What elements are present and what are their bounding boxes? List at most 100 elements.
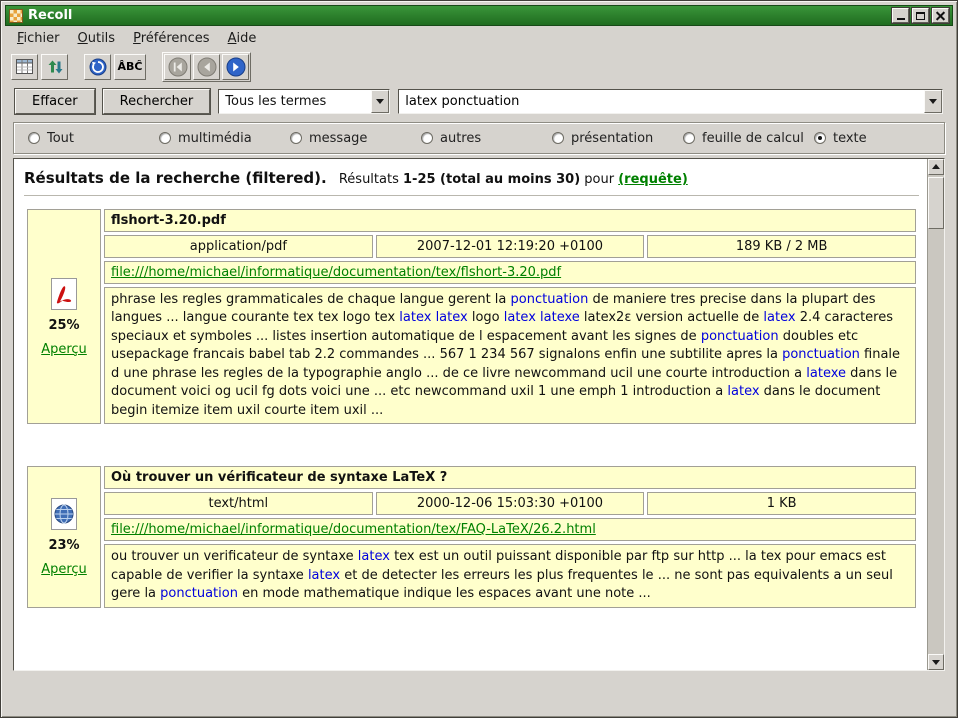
search-input[interactable] (399, 90, 924, 113)
close-button[interactable] (932, 8, 949, 23)
result-mime: application/pdf (104, 235, 373, 258)
results-summary-connector: pour (584, 172, 614, 187)
result-title: Où trouver un vérificateur de syntaxe La… (104, 466, 916, 489)
results-range: 1-25 (total au moins 30) (403, 172, 580, 187)
result-size: 1 KB (647, 492, 916, 515)
search-button[interactable]: Rechercher (103, 89, 211, 114)
toolbar: ÂBĈ (5, 50, 953, 83)
titlebar[interactable]: Recoll (5, 5, 953, 26)
sort-icon (47, 59, 63, 75)
query-combo (398, 89, 943, 114)
next-page-icon (226, 57, 246, 77)
radio-icon (28, 132, 40, 144)
filetype-filter-bar: Tout multimédia message autres présentat… (13, 122, 945, 154)
result-date: 2007-12-01 12:19:20 +0100 (376, 235, 645, 258)
scroll-down-button[interactable] (928, 654, 944, 670)
filter-multimedia[interactable]: multimédia (159, 131, 290, 146)
relevance-percent: 23% (34, 538, 94, 553)
radio-icon (290, 132, 302, 144)
results-area: Résultats de la recherche (filtered). Ré… (13, 158, 945, 671)
pdf-icon (34, 277, 94, 311)
search-mode-select[interactable]: Tous les termes (218, 89, 390, 114)
chevron-up-icon (932, 160, 940, 169)
result-date: 2000-12-06 15:03:30 +0100 (376, 492, 645, 515)
toolbar-group-view (11, 54, 68, 80)
preview-link[interactable]: Aperçu (41, 342, 87, 357)
filter-presentation[interactable]: présentation (552, 131, 683, 146)
query-link[interactable]: (requête) (618, 172, 688, 187)
preview-link[interactable]: Aperçu (41, 562, 87, 577)
query-history-dropdown-button[interactable] (924, 90, 942, 113)
results-scrollbar[interactable] (927, 159, 944, 670)
results-header: Résultats de la recherche (filtered). Ré… (24, 167, 919, 191)
filter-tout[interactable]: Tout (28, 131, 159, 146)
results-table-icon (16, 59, 33, 74)
term-explorer-icon: ÂBĈ (118, 60, 143, 73)
result-title: flshort-3.20.pdf (104, 209, 916, 232)
history-button[interactable] (84, 54, 111, 80)
result-item-1: 25% Aperçu flshort-3.20.pdf application/… (24, 206, 919, 427)
result-side-panel: 25% Aperçu (27, 209, 101, 424)
radio-icon (814, 132, 826, 144)
history-icon (89, 58, 107, 76)
result-size: 189 KB / 2 MB (647, 235, 916, 258)
menu-fichier[interactable]: Fichier (9, 28, 68, 49)
menubar: Fichier Outils Préférences Aide (5, 26, 953, 50)
status-bar (5, 671, 953, 713)
clear-button[interactable]: Effacer (15, 89, 95, 114)
sort-button[interactable] (41, 54, 68, 80)
search-mode-value: Tous les termes (219, 90, 371, 113)
previous-page-button[interactable] (193, 54, 220, 80)
results-list: Résultats de la recherche (filtered). Ré… (14, 159, 927, 670)
first-page-icon (168, 57, 188, 77)
scroll-up-button[interactable] (928, 159, 944, 175)
window-title: Recoll (28, 8, 887, 23)
search-mode-dropdown-button[interactable] (371, 90, 389, 113)
app-icon (9, 9, 23, 23)
close-icon (936, 11, 945, 20)
chevron-down-icon (932, 660, 940, 669)
results-summary-prefix: Résultats (339, 172, 399, 187)
result-snippet: phrase les regles grammaticales de chaqu… (104, 287, 916, 424)
radio-icon (159, 132, 171, 144)
result-url-link[interactable]: file:///home/michael/informatique/docume… (111, 522, 596, 537)
menu-aide[interactable]: Aide (220, 28, 265, 49)
radio-icon (683, 132, 695, 144)
result-side-panel: 23% Aperçu (27, 466, 101, 607)
chevron-down-icon (929, 99, 937, 108)
filter-texte[interactable]: texte (814, 131, 867, 146)
scrollbar-thumb[interactable] (928, 177, 944, 229)
maximize-button[interactable] (912, 8, 929, 23)
html-icon (34, 497, 94, 531)
filter-feuille-de-calcul[interactable]: feuille de calcul (683, 131, 814, 146)
result-url-cell: file:///home/michael/informatique/docume… (104, 518, 916, 541)
minimize-button[interactable] (892, 8, 909, 23)
maximize-icon (916, 12, 925, 20)
radio-icon (552, 132, 564, 144)
recoll-window: Recoll Fichier Outils Préférences Aide (0, 0, 958, 718)
relevance-percent: 25% (34, 318, 94, 333)
search-bar: Effacer Rechercher Tous les termes (5, 83, 953, 119)
page-navigation (162, 52, 251, 82)
results-summary: Résultats 1-25 (total au moins 30) pour … (339, 172, 688, 187)
result-url-link[interactable]: file:///home/michael/informatique/docume… (111, 265, 561, 280)
results-table-button[interactable] (11, 54, 38, 80)
result-snippet: ou trouver un verificateur de syntaxe la… (104, 544, 916, 607)
filter-autres[interactable]: autres (421, 131, 552, 146)
menu-preferences[interactable]: Préférences (125, 28, 217, 49)
radio-icon (421, 132, 433, 144)
filter-message[interactable]: message (290, 131, 421, 146)
menu-outils[interactable]: Outils (70, 28, 124, 49)
toolbar-group-tools: ÂBĈ (84, 54, 146, 80)
next-page-button[interactable] (222, 54, 249, 80)
previous-page-icon (197, 57, 217, 77)
result-mime: text/html (104, 492, 373, 515)
minimize-icon (897, 18, 905, 20)
result-url-cell: file:///home/michael/informatique/docume… (104, 261, 916, 284)
window-controls (892, 8, 949, 23)
first-page-button[interactable] (164, 54, 191, 80)
term-explorer-button[interactable]: ÂBĈ (114, 54, 146, 80)
scrollbar-track[interactable] (928, 175, 944, 654)
result-item-2: 23% Aperçu Où trouver un vérificateur de… (24, 463, 919, 610)
results-title: Résultats de la recherche (filtered). (24, 169, 327, 187)
